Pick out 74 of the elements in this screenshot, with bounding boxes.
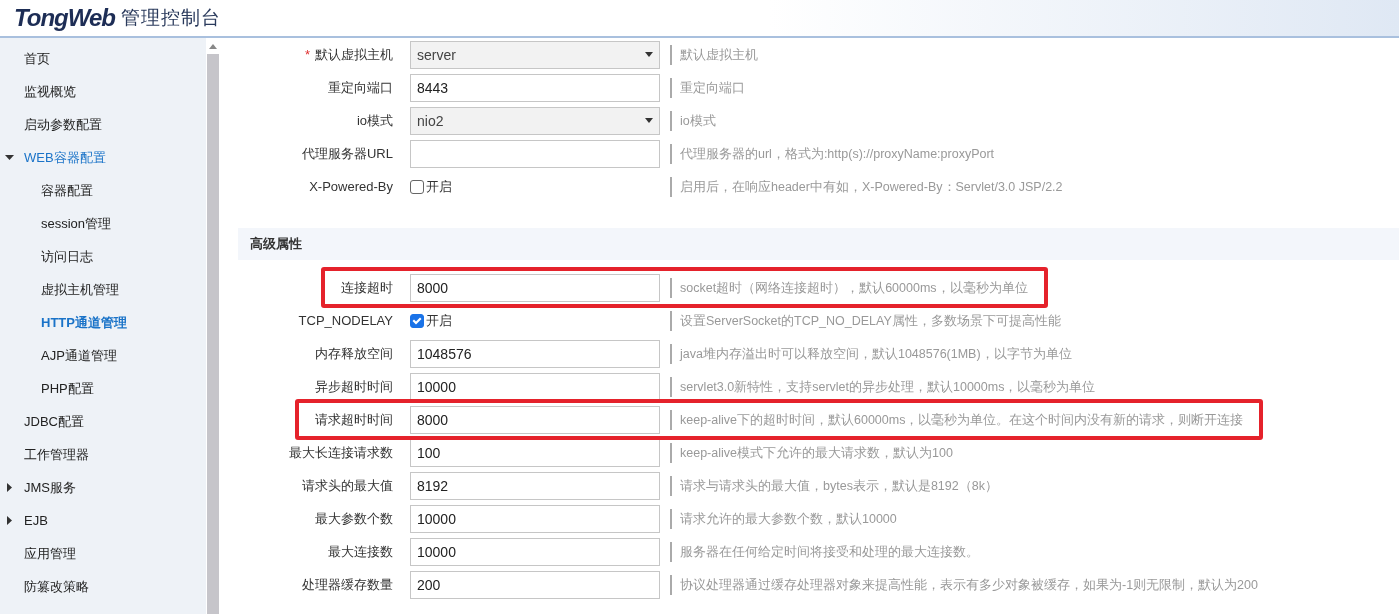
- nav-item[interactable]: 虚拟主机管理: [0, 273, 206, 306]
- nav-item[interactable]: 监视概览: [0, 75, 206, 108]
- field-label: TCP_NODELAY: [298, 313, 393, 328]
- field-label: io模式: [356, 112, 393, 128]
- nav-item[interactable]: 工作管理器: [0, 438, 206, 471]
- caret-right-icon[interactable]: [5, 516, 14, 525]
- field-description: io模式: [670, 110, 716, 131]
- nav-item[interactable]: 启动参数配置: [0, 108, 206, 141]
- input-field[interactable]: 8192: [410, 471, 660, 500]
- input-field[interactable]: 200: [410, 570, 660, 599]
- field-description: 请求允许的最大参数个数，默认10000: [670, 508, 897, 529]
- input-field[interactable]: 100: [410, 438, 660, 467]
- field-description: 代理服务器的url，格式为:http(s)://proxyName:proxyPort: [670, 143, 995, 164]
- nav-item[interactable]: AJP通道管理: [0, 339, 206, 372]
- field-description: keep-alive模式下允许的最大请求数，默认为100: [670, 442, 953, 463]
- field-label: 代理服务器URL: [302, 145, 393, 161]
- field-description: 协议处理器通过缓存处理器对象来提高性能，表示有多少对象被缓存，如果为-1则无限制，默认为200: [670, 574, 1258, 595]
- input-field[interactable]: 10000: [410, 504, 660, 533]
- nav-item[interactable]: 防篡改策略: [0, 570, 206, 603]
- input-field[interactable]: 8443: [410, 73, 660, 102]
- input-field[interactable]: 8000: [410, 273, 660, 302]
- logo: TongWeb: [14, 4, 115, 32]
- nav-item[interactable]: HTTP通道管理: [0, 306, 206, 339]
- nav-item[interactable]: 应用管理: [0, 537, 206, 570]
- field-label: 处理器缓存数量: [302, 576, 393, 592]
- field-label: 内存释放空间: [315, 345, 393, 361]
- dropdown[interactable]: nio2: [410, 106, 660, 135]
- field-label: 默认虚拟主机: [315, 46, 393, 62]
- app-title: 管理控制台: [121, 6, 221, 30]
- caret-down-icon[interactable]: [5, 153, 14, 162]
- nav-item[interactable]: PHP配置: [0, 372, 206, 405]
- nav-item[interactable]: 首页: [0, 42, 206, 75]
- input-field[interactable]: 8000: [410, 405, 660, 434]
- dropdown[interactable]: server: [410, 40, 660, 69]
- input-field[interactable]: [410, 139, 660, 168]
- nav-item[interactable]: 容器配置: [0, 174, 206, 207]
- nav-item[interactable]: JMS服务: [0, 471, 206, 504]
- section-header: 高级属性: [238, 228, 1399, 260]
- input-field[interactable]: 10000: [410, 537, 660, 566]
- field-description: 请求与请求头的最大值，bytes表示，默认是8192（8k）: [670, 475, 998, 496]
- field-label: 最大长连接请求数: [289, 444, 393, 460]
- nav-item[interactable]: 访问日志: [0, 240, 206, 273]
- field-label: 请求超时时间: [315, 411, 393, 427]
- field-description: 启用后，在响应header中有如，X-Powered-By：Servlet/3.0 JSP/2.2: [670, 176, 1063, 197]
- field-description: servlet3.0新特性，支持servlet的异步处理，默认10000ms，以毫秒为单位: [670, 376, 1096, 397]
- field-label: 请求头的最大值: [302, 477, 393, 493]
- nav-item[interactable]: EJB: [0, 504, 206, 537]
- field-description: socket超时（网络连接超时），默认60000ms，以毫秒为单位: [670, 277, 1028, 298]
- nav-item[interactable]: session管理: [0, 207, 206, 240]
- field-description: 默认虚拟主机: [670, 44, 758, 65]
- field-description: 重定向端口: [670, 77, 745, 98]
- dropdown-caret-icon: [645, 52, 653, 57]
- field-description: keep-alive下的超时时间，默认60000ms，以毫秒为单位。在这个时间内没有新的请求，则断开连接: [670, 409, 1244, 430]
- checkbox[interactable]: [410, 313, 424, 328]
- caret-right-icon[interactable]: [5, 483, 14, 492]
- field-description: 服务器在任何给定时间将接受和处理的最大连接数。: [670, 541, 979, 562]
- dropdown-caret-icon: [645, 118, 653, 123]
- checkbox-label[interactable]: 开启: [426, 311, 452, 330]
- field-description: java堆内存溢出时可以释放空间，默认1048576(1MB)，以字节为单位: [670, 343, 1072, 364]
- input-field[interactable]: 10000: [410, 372, 660, 401]
- input-field[interactable]: 1048576: [410, 339, 660, 368]
- nav-item[interactable]: WEB容器配置: [0, 141, 206, 174]
- nav-item[interactable]: JDBC配置: [0, 405, 206, 438]
- scroll-up-icon[interactable]: [209, 43, 217, 49]
- field-label: 异步超时时间: [315, 378, 393, 394]
- field-label: X-Powered-By: [309, 179, 393, 194]
- field-label: 最大参数个数: [315, 510, 393, 526]
- checkbox[interactable]: [410, 179, 424, 194]
- field-label: 重定向端口: [328, 79, 393, 95]
- field-label: 最大连接数: [328, 543, 393, 559]
- required-mark: *: [304, 46, 310, 62]
- field-label: 连接超时: [341, 279, 393, 295]
- checkbox-label[interactable]: 开启: [426, 177, 452, 196]
- field-description: 设置ServerSocket的TCP_NO_DELAY属性，多数场景下可提高性能: [670, 310, 1061, 331]
